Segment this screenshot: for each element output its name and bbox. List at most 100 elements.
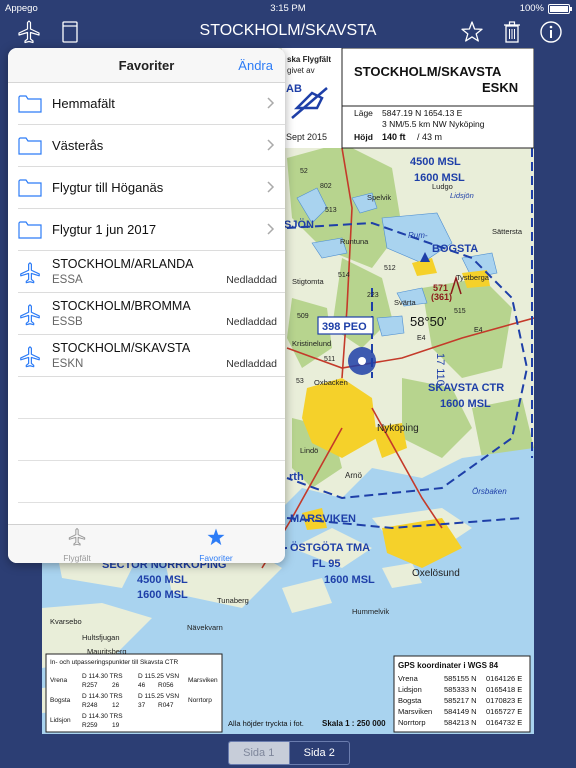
- road-number: 512: [384, 265, 396, 272]
- edit-button[interactable]: Ändra: [238, 58, 273, 73]
- status-bar: Appego 3:15 PM 100%: [0, 0, 576, 16]
- folder-row[interactable]: Hemmafält: [8, 83, 285, 125]
- gps-latitude: 584213 N: [444, 718, 477, 727]
- tab-label: Flygfält: [63, 553, 91, 563]
- position-label: Läge: [354, 108, 373, 118]
- road-number: 513: [325, 207, 337, 214]
- airplane-icon: [20, 262, 40, 284]
- info-icon[interactable]: [538, 19, 564, 45]
- road-number: 509: [297, 313, 309, 320]
- position-value: 5847.19 N 1654.13 E: [382, 108, 463, 118]
- entry-distance: R047: [158, 702, 174, 709]
- airport-code: ESSA: [52, 274, 83, 286]
- tab-favorites[interactable]: Favoriter: [147, 527, 285, 563]
- entry-radial: R248: [82, 702, 98, 709]
- favorites-popover: Favoriter Ändra Hemmafält Västerås Flygt…: [8, 48, 285, 563]
- place-name: Oxbacken: [314, 378, 348, 387]
- airplane-icon: [68, 528, 86, 546]
- msl-label: 4500 MSL: [137, 574, 188, 586]
- chevron-right-icon: [267, 97, 275, 109]
- gps-point-name: Norrtorp: [398, 718, 426, 727]
- gps-point-name: Lidsjon: [398, 685, 422, 694]
- trash-icon[interactable]: [499, 19, 525, 45]
- chart-airport-name: STOCKHOLM/SKAVSTA: [354, 64, 502, 79]
- battery-percentage: 100%: [519, 3, 544, 14]
- road-number: E4: [417, 335, 426, 342]
- place-name: Rum-: [408, 231, 428, 240]
- page-1-segment[interactable]: Sida 1: [229, 742, 289, 764]
- publisher-logo-text: AB: [286, 83, 302, 95]
- entry-table-title: In- och utpasseringspunkter till Skavsta…: [50, 659, 179, 666]
- airport-row[interactable]: STOCKHOLM/ARLANDA ESSA Nedladdad: [8, 251, 285, 293]
- road-number: 802: [320, 183, 332, 190]
- road-number: 511: [324, 356, 335, 363]
- gps-longitude: 0165727 E: [486, 707, 522, 716]
- place-name: Kvarsebo: [50, 617, 82, 626]
- folder-row[interactable]: Flygtur 1 jun 2017: [8, 209, 285, 251]
- entry-radial: R259: [82, 722, 98, 729]
- folder-row[interactable]: Flygtur till Höganäs: [8, 167, 285, 209]
- row-separator: [18, 502, 285, 503]
- row-separator: [18, 376, 285, 377]
- place-name: Nyköping: [377, 423, 419, 434]
- entry-radial: R257: [82, 682, 98, 689]
- entry-radial: 37: [138, 702, 146, 709]
- road-number: 52: [300, 168, 308, 175]
- battery-indicator: 100%: [519, 3, 572, 14]
- page-selector: Sida 1 Sida 2: [228, 741, 350, 765]
- folder-icon: [18, 179, 42, 197]
- bogsta-label: BOGSTA: [432, 243, 478, 255]
- place-name: Nävekvarn: [187, 623, 223, 632]
- airport-row[interactable]: STOCKHOLM/SKAVSTA ESKN Nedladdad: [8, 335, 285, 377]
- battery-icon: [548, 3, 572, 14]
- airplane-icon: [20, 346, 40, 368]
- entry-point-name: Lidsjon: [50, 717, 71, 724]
- gps-point-name: Bogsta: [398, 696, 422, 705]
- tab-airfields[interactable]: Flygfält: [8, 527, 146, 563]
- entry-point-name: Bogsta: [50, 697, 71, 704]
- airport-row[interactable]: STOCKHOLM/BROMMA ESSB Nedladdad: [8, 293, 285, 335]
- place-name: Tunaberg: [217, 596, 249, 605]
- clock: 3:15 PM: [270, 3, 306, 14]
- folder-icon: [18, 95, 42, 113]
- folder-label: Hemmafält: [52, 96, 115, 111]
- gps-table-title: GPS koordinater i WGS 84: [398, 661, 499, 670]
- gps-latitude: 585155 N: [444, 674, 477, 683]
- place-name: Lidsjön: [450, 191, 474, 200]
- download-status: Nedladdad: [226, 358, 277, 370]
- airport-name: STOCKHOLM/SKAVSTA: [52, 341, 191, 355]
- road-number: 515: [454, 308, 466, 315]
- chevron-right-icon: [267, 139, 275, 151]
- bottom-bar: Sida 1 Sida 2: [0, 734, 576, 768]
- gps-longitude: 0164126 E: [486, 674, 522, 683]
- folder-icon: [18, 137, 42, 155]
- entry-distance: 26: [112, 682, 120, 689]
- place-name: Stigtomta: [292, 277, 325, 286]
- row-separator: [18, 418, 285, 419]
- gps-longitude: 0165418 E: [486, 685, 522, 694]
- airport-code: ESKN: [52, 358, 84, 370]
- entry-distance: 12: [112, 702, 120, 709]
- place-name: Kristinelund: [292, 339, 331, 348]
- folder-label: Flygtur till Höganäs: [52, 180, 164, 195]
- entry-distance: R056: [158, 682, 174, 689]
- folder-row[interactable]: Västerås: [8, 125, 285, 167]
- gps-point-name: Marsviken: [398, 707, 432, 716]
- obstacle-agl: (361): [431, 292, 452, 302]
- star-icon[interactable]: [459, 19, 485, 45]
- cut-label: rth: [289, 471, 304, 483]
- publisher-name: ska Flygfält: [287, 55, 331, 64]
- row-separator: [18, 460, 285, 461]
- page-2-segment[interactable]: Sida 2: [290, 742, 350, 764]
- place-name: Svärta: [394, 298, 417, 307]
- entry-radial: 46: [138, 682, 146, 689]
- folder-label: Västerås: [52, 138, 104, 153]
- latitude-label: 58°50': [410, 314, 447, 329]
- place-name: Lindö: [300, 446, 318, 455]
- chart-edition: Sept 2015: [286, 132, 327, 142]
- elevation-label: Höjd: [354, 132, 373, 142]
- entry-nav-aid: D 114.30 TRS: [82, 693, 123, 700]
- popover-header: Favoriter Ändra: [8, 48, 285, 83]
- page-title: STOCKHOLM/SKAVSTA: [199, 22, 377, 39]
- tab-label: Favoriter: [199, 553, 233, 563]
